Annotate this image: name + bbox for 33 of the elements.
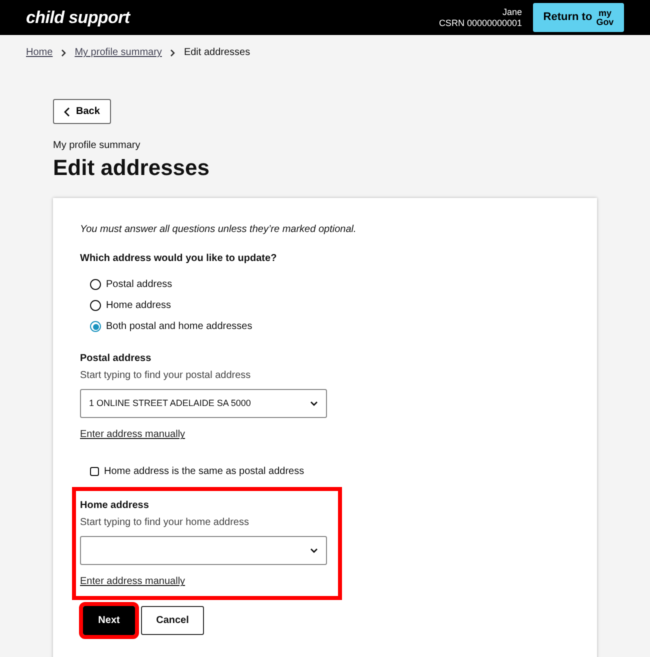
breadcrumb-current: Edit addresses <box>184 46 250 60</box>
cancel-button[interactable]: Cancel <box>141 606 204 636</box>
csrn-number: CSRN 00000000001 <box>438 18 522 28</box>
logo[interactable]: child support <box>26 4 130 30</box>
user-name: Jane <box>501 7 522 18</box>
radio-label[interactable]: Both postal and home addresses <box>106 319 252 334</box>
checkbox[interactable] <box>90 467 99 476</box>
breadcrumb-link[interactable]: Home <box>26 45 53 60</box>
field-hint: Start typing to find your home address <box>80 516 250 530</box>
radio-label[interactable]: Home address <box>106 298 172 314</box>
chevron-down-icon <box>310 401 318 406</box>
chevron-right-icon <box>170 48 176 56</box>
page-title: Edit addresses <box>53 155 211 182</box>
field-label: Home address <box>80 499 150 514</box>
chevron-down-icon <box>310 548 318 554</box>
field-label: Postal address <box>80 352 152 366</box>
address-select[interactable] <box>80 536 327 566</box>
back-button[interactable]: Back <box>53 99 111 124</box>
chevron-right-icon <box>60 48 67 56</box>
address-select[interactable]: 1 ONLINE STREET ADELAIDE SA 5000 <box>80 389 327 418</box>
enter-manually-link[interactable]: Enter address manually <box>80 574 186 590</box>
radio-button[interactable] <box>90 321 101 332</box>
page-caption: My profile summary <box>53 139 142 153</box>
field-hint: Start typing to find your postal address <box>80 369 252 384</box>
enter-manually-link[interactable]: Enter address manually <box>80 427 186 442</box>
checkbox-label[interactable]: Home address is the same as postal address <box>104 464 304 480</box>
instruction-text: You must answer all questions unless they’re marked optional. <box>80 223 358 238</box>
radio-label[interactable]: Postal address <box>106 277 172 292</box>
breadcrumb-link[interactable]: My profile summary <box>74 45 162 60</box>
radio-button[interactable] <box>90 300 101 312</box>
question-label: Which address would you like to update? <box>80 252 278 266</box>
chevron-left-icon <box>64 106 70 116</box>
radio-button[interactable] <box>90 279 101 290</box>
